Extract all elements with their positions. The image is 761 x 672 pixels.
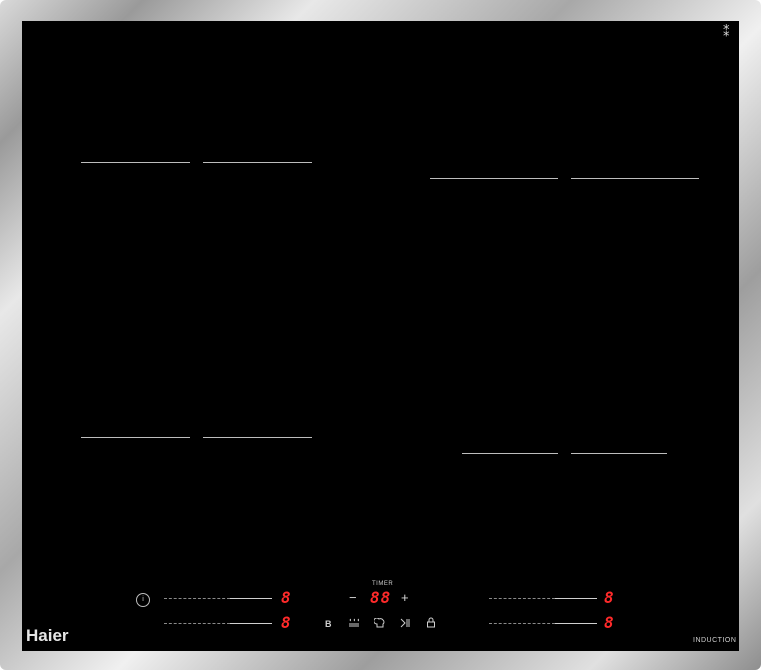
zone-display: 8 bbox=[604, 613, 615, 632]
zone-marker-line bbox=[81, 437, 190, 438]
timer-plus-button[interactable]: + bbox=[401, 591, 409, 604]
timer-label: TIMER bbox=[372, 581, 394, 587]
slider-track-active bbox=[555, 623, 597, 624]
lock-icon[interactable] bbox=[426, 617, 436, 631]
keep-warm-icon[interactable] bbox=[348, 618, 360, 631]
brand-logo: Haier bbox=[26, 626, 69, 645]
timer-display: 88 bbox=[370, 588, 392, 607]
zone-display: 8 bbox=[604, 588, 615, 607]
zone-marker-line bbox=[571, 178, 699, 179]
slider-track-active bbox=[230, 598, 272, 599]
zone-marker-line bbox=[203, 437, 312, 438]
zone-display: 8 bbox=[281, 613, 292, 632]
zone-marker-line bbox=[462, 453, 558, 454]
induction-label: INDUCTION bbox=[693, 637, 737, 644]
slider-front-left-1[interactable] bbox=[164, 594, 272, 604]
zone-marker-line bbox=[430, 178, 558, 179]
zone-display: 8 bbox=[281, 588, 292, 607]
slider-track bbox=[489, 598, 555, 599]
pause-icon[interactable] bbox=[400, 618, 410, 631]
timer-minus-button[interactable]: − bbox=[349, 591, 357, 604]
zone-marker-line bbox=[203, 162, 312, 163]
slider-track-active bbox=[230, 623, 272, 624]
power-icon[interactable]: i bbox=[136, 593, 150, 607]
slider-front-left-2[interactable] bbox=[164, 619, 272, 629]
slider-right-2[interactable] bbox=[489, 619, 597, 629]
slider-track-active bbox=[555, 598, 597, 599]
slider-track bbox=[164, 598, 230, 599]
boost-button[interactable]: B bbox=[325, 619, 332, 629]
flex-zone-icon: ⁑ bbox=[723, 24, 730, 39]
zone-marker-line bbox=[81, 162, 190, 163]
zone-marker-line bbox=[571, 453, 667, 454]
chef-icon[interactable] bbox=[373, 617, 386, 632]
slider-right-1[interactable] bbox=[489, 594, 597, 604]
glass-surface: ⁑ i 8 8 TIMER − 88 + B 8 8 Haier INDUCTI… bbox=[22, 21, 739, 651]
slider-track bbox=[489, 623, 555, 624]
slider-track bbox=[164, 623, 230, 624]
